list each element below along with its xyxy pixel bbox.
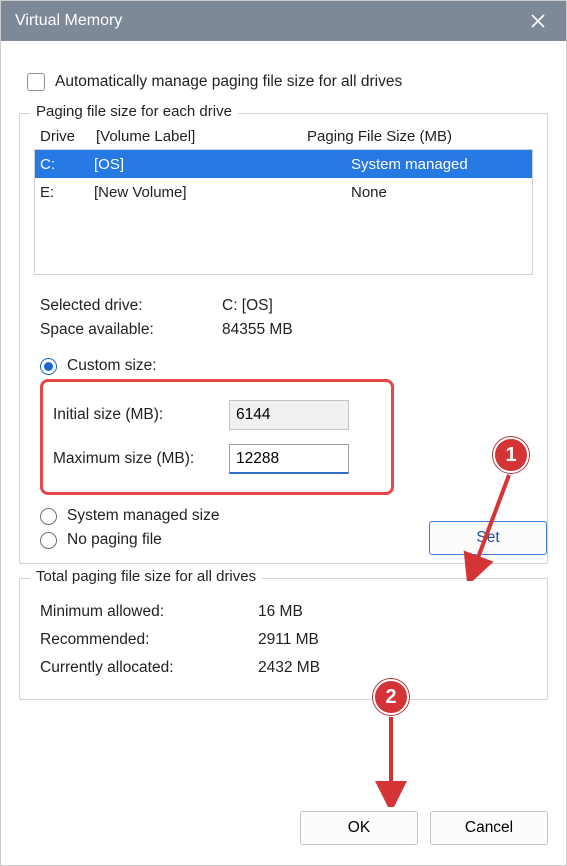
system-managed-label: System managed size: [67, 507, 220, 525]
auto-manage-label: Automatically manage paging file size fo…: [55, 73, 402, 91]
drive-list[interactable]: C: [OS] System managed E: [New Volume] N…: [34, 149, 533, 275]
virtual-memory-dialog: Virtual Memory Automatically manage pagi…: [0, 0, 567, 866]
annotation-badge-1: 1: [493, 437, 529, 473]
header-drive: Drive: [40, 128, 96, 145]
selected-drive-label: Selected drive:: [40, 297, 222, 315]
custom-size-radio[interactable]: [40, 358, 57, 375]
header-paging-size: Paging File Size (MB): [307, 128, 527, 145]
drive-row[interactable]: C: [OS] System managed: [35, 150, 532, 178]
drive-paging-size: System managed: [309, 156, 529, 173]
currently-allocated-value: 2432 MB: [258, 659, 320, 677]
space-available-label: Space available:: [40, 321, 222, 339]
drive-row[interactable]: E: [New Volume] None: [35, 178, 532, 206]
recommended-label: Recommended:: [40, 631, 258, 649]
system-managed-radio[interactable]: [40, 508, 57, 525]
no-paging-file-label: No paging file: [67, 531, 162, 549]
totals-legend: Total paging file size for all drives: [30, 568, 262, 585]
close-button[interactable]: [524, 7, 552, 35]
currently-allocated-label: Currently allocated:: [40, 659, 258, 677]
close-icon: [531, 14, 545, 28]
cancel-button[interactable]: Cancel: [430, 811, 548, 845]
no-paging-file-radio[interactable]: [40, 532, 57, 549]
minimum-allowed-label: Minimum allowed:: [40, 603, 258, 621]
titlebar: Virtual Memory: [1, 1, 566, 41]
paging-file-legend: Paging file size for each drive: [30, 103, 238, 120]
drive-volume: [OS]: [94, 156, 309, 173]
drive-volume: [New Volume]: [94, 184, 309, 201]
auto-manage-checkbox[interactable]: [27, 73, 45, 91]
drive-letter: E:: [38, 184, 94, 201]
drive-paging-size: None: [309, 184, 529, 201]
annotation-arrow-1: [463, 471, 523, 581]
space-available-value: 84355 MB: [222, 321, 293, 339]
custom-size-label: Custom size:: [67, 357, 157, 375]
drive-letter: C:: [38, 156, 94, 173]
initial-size-input[interactable]: [229, 400, 349, 430]
ok-button[interactable]: OK: [300, 811, 418, 845]
header-volume-label: [Volume Label]: [96, 128, 307, 145]
totals-group: Total paging file size for all drives Mi…: [19, 578, 548, 700]
maximum-size-input[interactable]: [229, 444, 349, 474]
annotation-arrow-2: [373, 715, 413, 807]
recommended-value: 2911 MB: [258, 631, 319, 649]
maximum-size-label: Maximum size (MB):: [53, 450, 229, 468]
drive-list-header: Drive [Volume Label] Paging File Size (M…: [34, 128, 533, 149]
custom-size-highlight: Initial size (MB): Maximum size (MB):: [40, 379, 394, 495]
window-title: Virtual Memory: [15, 12, 122, 30]
annotation-badge-2: 2: [373, 679, 409, 715]
selected-drive-value: C: [OS]: [222, 297, 273, 315]
initial-size-label: Initial size (MB):: [53, 406, 229, 424]
minimum-allowed-value: 16 MB: [258, 603, 303, 621]
